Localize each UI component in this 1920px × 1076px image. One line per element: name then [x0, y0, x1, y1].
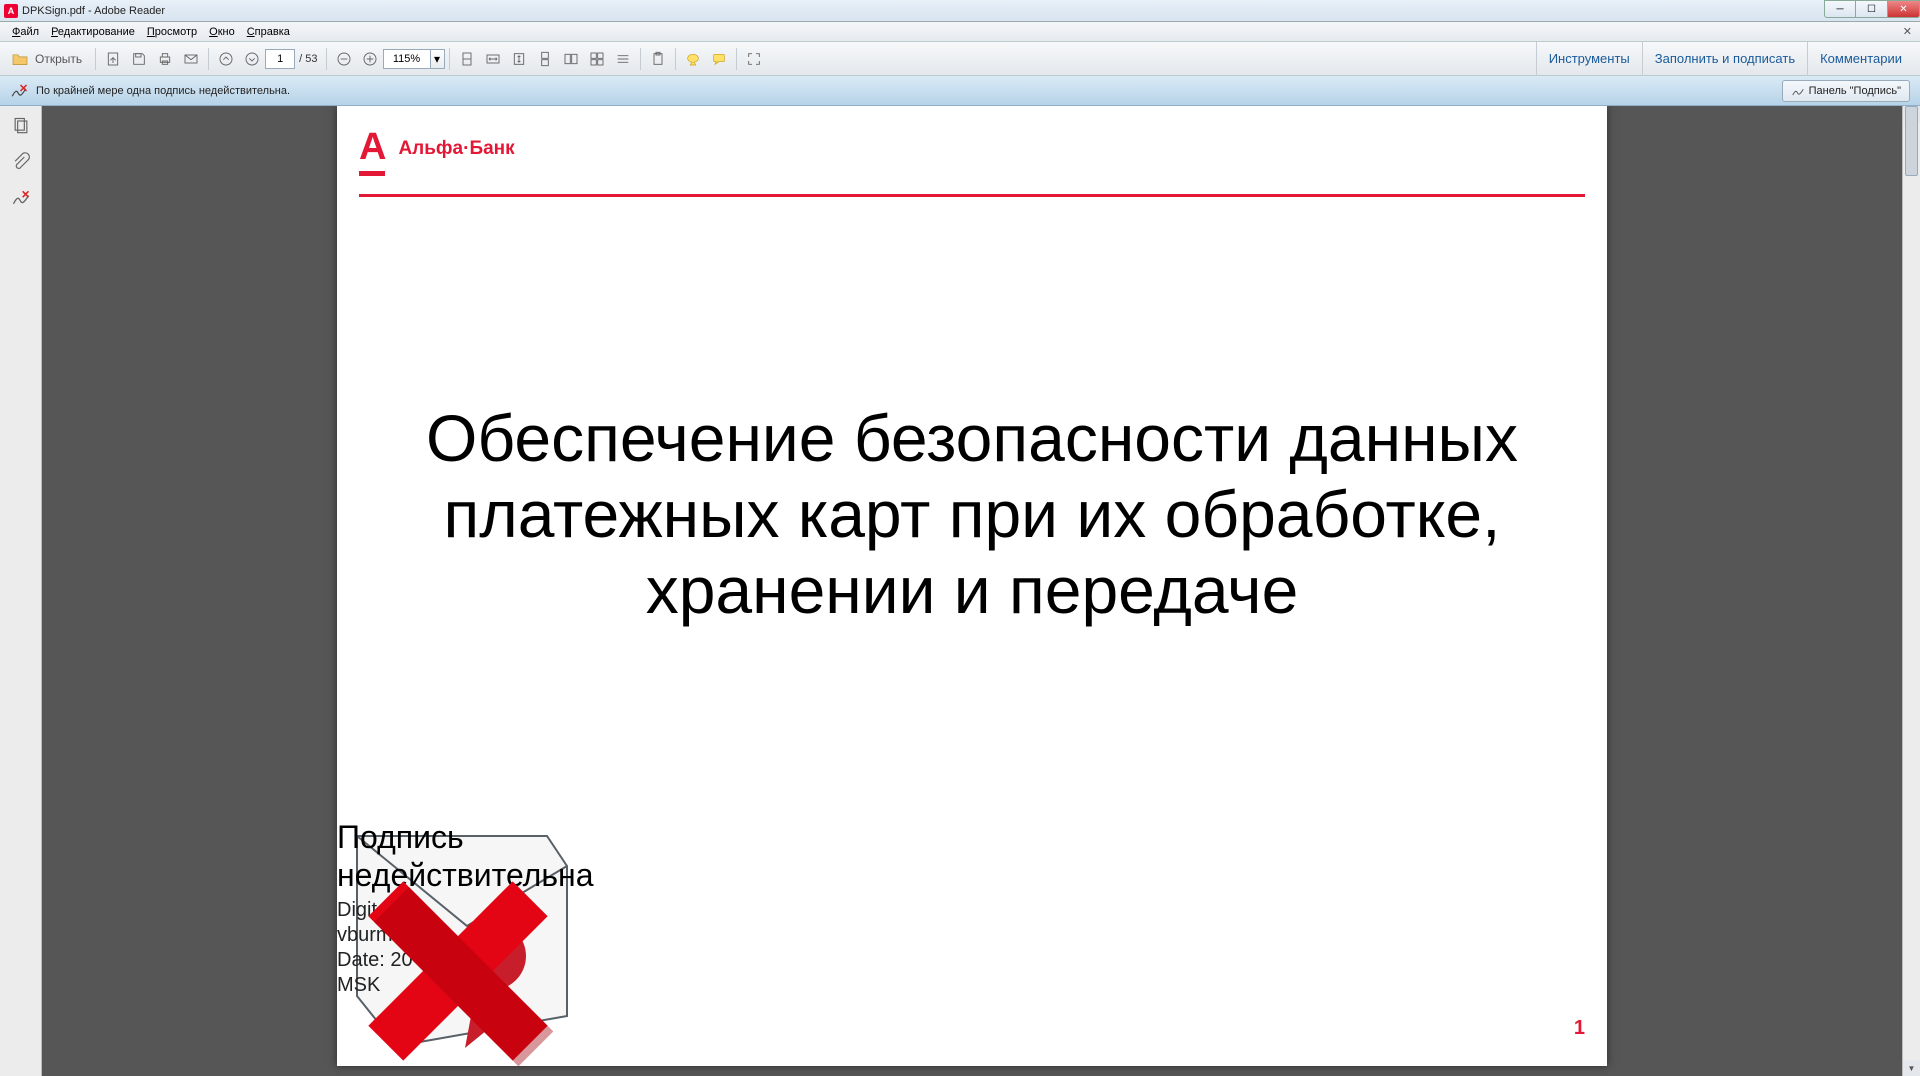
invalid-x-icon — [363, 876, 553, 1066]
page-number-label: 1 — [1574, 1017, 1585, 1040]
toolbar: Открыть / 53 ▾ Инструменты Заполнить и п… — [0, 42, 1920, 76]
clipboard-button[interactable] — [646, 47, 670, 71]
page-up-button[interactable] — [214, 47, 238, 71]
fit-width-icon — [485, 51, 501, 67]
print-icon — [157, 51, 173, 67]
save-button[interactable] — [127, 47, 151, 71]
export-pdf-icon — [105, 51, 121, 67]
signature-panel-label: Панель "Подпись" — [1809, 85, 1901, 97]
fit-visible-button[interactable] — [507, 47, 531, 71]
brand-name: Альфа·Банк — [398, 138, 514, 166]
two-page-scroll-icon — [589, 51, 605, 67]
mail-icon — [183, 51, 199, 67]
signatures-icon — [11, 188, 31, 208]
highlight-button[interactable] — [681, 47, 705, 71]
fit-page-button[interactable] — [455, 47, 479, 71]
thumbnails-icon — [11, 116, 31, 136]
menu-help[interactable]: Справка — [241, 24, 296, 40]
scroll-down-button[interactable]: ▼ — [1903, 1060, 1920, 1076]
signature-notification-bar: По крайней мере одна подпись недействите… — [0, 76, 1920, 106]
tab-tools[interactable]: Инструменты — [1536, 42, 1642, 76]
main-area: А Альфа·Банк Обеспечение безопасности да… — [0, 106, 1920, 1076]
menu-view[interactable]: Просмотр — [141, 24, 203, 40]
page-number-input[interactable] — [265, 49, 295, 69]
open-button[interactable]: Открыть — [7, 47, 90, 71]
folder-icon — [11, 52, 29, 66]
tab-comments[interactable]: Комментарии — [1807, 42, 1914, 76]
pen-icon — [1791, 84, 1805, 98]
fit-visible-icon — [511, 51, 527, 67]
close-button[interactable]: ✕ — [1888, 0, 1920, 18]
left-nav-panel — [0, 106, 42, 1076]
mail-button[interactable] — [179, 47, 203, 71]
comment-button[interactable] — [707, 47, 731, 71]
highlight-icon — [685, 51, 701, 67]
two-page-button[interactable] — [559, 47, 583, 71]
zoom-in-icon — [362, 51, 378, 67]
fullscreen-icon — [746, 51, 762, 67]
page-up-icon — [218, 51, 234, 67]
two-page-scroll-button[interactable] — [585, 47, 609, 71]
fullscreen-button[interactable] — [742, 47, 766, 71]
brand-letter: А — [359, 128, 386, 166]
signatures-button[interactable] — [7, 184, 35, 212]
menu-close-doc[interactable]: ✕ — [1895, 25, 1920, 38]
signature-message: По крайней мере одна подпись недействите… — [36, 85, 290, 97]
title-bar: A DPKSign.pdf - Adobe Reader ─ ☐ ✕ — [0, 0, 1920, 22]
zoom-input[interactable] — [383, 49, 431, 69]
menu-file[interactable]: Файл — [6, 24, 45, 40]
signature-invalid-icon — [10, 82, 28, 100]
scrolling-icon — [537, 51, 553, 67]
clipboard-icon — [650, 51, 666, 67]
window-title: DPKSign.pdf - Adobe Reader — [22, 5, 165, 17]
menu-edit[interactable]: Редактирование — [45, 24, 141, 40]
signature-panel-button[interactable]: Панель "Подпись" — [1782, 80, 1910, 102]
thumbnails-button[interactable] — [7, 112, 35, 140]
window-controls: ─ ☐ ✕ — [1824, 0, 1920, 21]
tab-fill-sign[interactable]: Заполнить и подписать — [1642, 42, 1807, 76]
zoom-out-button[interactable] — [332, 47, 356, 71]
fit-page-icon — [459, 51, 475, 67]
brand-divider — [359, 194, 1585, 197]
maximize-button[interactable]: ☐ — [1856, 0, 1888, 18]
comment-icon — [711, 51, 727, 67]
two-page-icon — [563, 51, 579, 67]
menu-window[interactable]: Окно — [203, 24, 241, 40]
attachments-icon — [11, 152, 31, 172]
brand-logo: А Альфа·Банк — [359, 128, 515, 166]
print-button[interactable] — [153, 47, 177, 71]
document-viewport[interactable]: А Альфа·Банк Обеспечение безопасности да… — [42, 106, 1902, 1076]
continuous-button[interactable] — [611, 47, 635, 71]
fit-width-button[interactable] — [481, 47, 505, 71]
page-total-label: / 53 — [295, 53, 321, 65]
export-pdf-button[interactable] — [101, 47, 125, 71]
continuous-icon — [615, 51, 631, 67]
vertical-scrollbar[interactable]: ▲ ▼ — [1902, 106, 1920, 1076]
zoom-in-button[interactable] — [358, 47, 382, 71]
page-down-button[interactable] — [240, 47, 264, 71]
menu-bar: Файл Редактирование Просмотр Окно Справк… — [0, 22, 1920, 42]
attachments-button[interactable] — [7, 148, 35, 176]
minimize-button[interactable]: ─ — [1824, 0, 1856, 18]
scrolling-button[interactable] — [533, 47, 557, 71]
zoom-dropdown[interactable]: ▾ — [431, 49, 445, 69]
page-down-icon — [244, 51, 260, 67]
scroll-thumb[interactable] — [1905, 106, 1918, 176]
save-icon — [131, 51, 147, 67]
zoom-out-icon — [336, 51, 352, 67]
app-icon: A — [4, 4, 18, 18]
open-label: Открыть — [35, 52, 82, 66]
pdf-page: А Альфа·Банк Обеспечение безопасности да… — [337, 106, 1607, 1066]
document-heading: Обеспечение безопасности данных платежны… — [397, 401, 1547, 629]
